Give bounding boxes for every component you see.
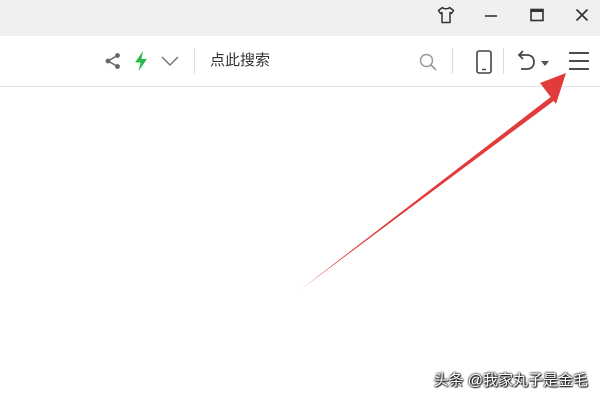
- maximize-icon: [528, 6, 546, 29]
- shirt-icon: [436, 5, 456, 30]
- caret-down-icon[interactable]: [540, 59, 550, 67]
- hamburger-menu-icon[interactable]: [566, 49, 592, 73]
- skin-button[interactable]: [424, 0, 468, 34]
- browser-window: 点此搜索 头条 @我家丸子是金毛: [0, 0, 600, 400]
- search-icon[interactable]: [418, 52, 438, 72]
- toolbar-divider: [452, 48, 453, 74]
- minimize-button[interactable]: [469, 0, 513, 34]
- maximize-button[interactable]: [515, 0, 559, 34]
- mobile-phone-icon[interactable]: [473, 49, 495, 75]
- title-bar: [0, 0, 600, 36]
- close-button[interactable]: [560, 0, 600, 34]
- close-icon: [573, 6, 591, 29]
- page-content: [0, 87, 600, 400]
- lightning-bolt-icon[interactable]: [131, 50, 151, 72]
- search-input[interactable]: 点此搜索: [210, 52, 270, 70]
- browser-toolbar: 点此搜索: [0, 36, 600, 87]
- minimize-icon: [482, 6, 500, 29]
- undo-icon[interactable]: [512, 48, 538, 74]
- search-box[interactable]: 点此搜索: [196, 44, 450, 78]
- toolbar-divider: [503, 48, 504, 74]
- share-icon[interactable]: [103, 51, 123, 71]
- watermark-text: 头条 @我家丸子是金毛: [433, 372, 588, 389]
- toolbar-divider: [194, 48, 195, 74]
- chevron-down-icon[interactable]: [159, 52, 181, 70]
